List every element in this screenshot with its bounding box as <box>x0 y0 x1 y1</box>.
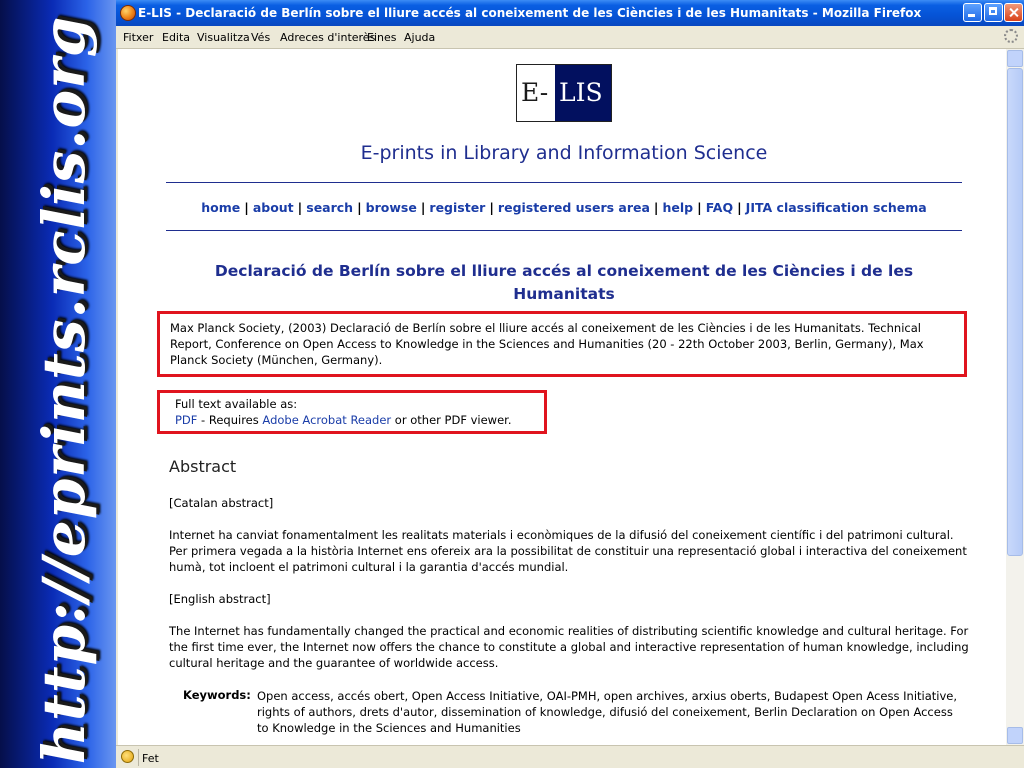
acrobat-reader-link[interactable]: Adobe Acrobat Reader <box>262 413 391 427</box>
document-title: Declaració de Berlín sobre el lliure acc… <box>214 262 914 303</box>
nav-search[interactable]: search <box>306 200 353 215</box>
scroll-up-arrow[interactable] <box>1007 50 1023 67</box>
english-abstract-text: The Internet has fundamentally changed t… <box>169 624 969 670</box>
keywords-text: Open access, accés obert, Open Access In… <box>257 689 958 735</box>
fulltext-box: Full text available as: PDF - Requires A… <box>157 390 547 434</box>
side-banner: http://eprints.rclis.org <box>0 0 116 768</box>
scroll-down-arrow[interactable] <box>1007 727 1023 744</box>
elis-logo[interactable]: E- LIS <box>516 64 612 122</box>
nav-browse[interactable]: browse <box>366 200 417 215</box>
logo-text-right: LIS <box>559 78 603 107</box>
title-bar[interactable]: E-LIS - Declaració de Berlín sobre el ll… <box>116 0 1024 26</box>
nav-about[interactable]: about <box>253 200 294 215</box>
fulltext-label: Full text available as: <box>175 397 298 411</box>
menu-eines[interactable]: Eines <box>367 31 396 44</box>
menu-bar: Fitxer Edita Visualitza Vés Adreces d'in… <box>116 26 1024 49</box>
banner-url-text: http://eprints.rclis.org <box>30 15 98 765</box>
vertical-scrollbar[interactable] <box>1006 49 1024 745</box>
menu-edita[interactable]: Edita <box>162 31 190 44</box>
catalan-abstract-text: Internet ha canviat fonamentalment les r… <box>169 528 967 574</box>
menu-ajuda[interactable]: Ajuda <box>404 31 435 44</box>
nav-register[interactable]: register <box>429 200 485 215</box>
scroll-thumb[interactable] <box>1007 68 1023 556</box>
status-bar: Fet <box>116 745 1024 768</box>
divider-top <box>166 182 962 183</box>
logo-text-left: E- <box>521 78 549 107</box>
keywords-label: Keywords: <box>183 688 251 702</box>
nav-jita[interactable]: JITA classification schema <box>746 200 927 215</box>
pdf-link[interactable]: PDF <box>175 413 197 427</box>
catalan-abstract-label: [Catalan abstract] <box>169 496 274 510</box>
menu-fitxer[interactable]: Fitxer <box>123 31 153 44</box>
close-button[interactable] <box>1004 3 1023 22</box>
status-icon <box>121 750 134 763</box>
menu-visualitza[interactable]: Visualitza <box>197 31 250 44</box>
citation-box: Max Planck Society, (2003) Declaració de… <box>157 311 967 377</box>
page-content: E- LIS E-prints in Library and Informati… <box>118 49 1006 745</box>
window-title: E-LIS - Declaració de Berlín sobre el ll… <box>138 6 922 20</box>
nav-registered-users-area[interactable]: registered users area <box>498 200 650 215</box>
english-abstract-label: [English abstract] <box>169 592 271 606</box>
main-nav: home | about | search | browse | register | regist… <box>201 200 927 215</box>
abstract-heading: Abstract <box>169 457 237 476</box>
minimize-button[interactable] <box>963 3 982 22</box>
nav-home[interactable]: home <box>201 200 240 215</box>
menu-adreces[interactable]: Adreces d'interès <box>280 31 375 44</box>
nav-help[interactable]: help <box>663 200 694 215</box>
status-text: Fet <box>142 752 159 765</box>
browser-window: E-LIS - Declaració de Berlín sobre el ll… <box>116 0 1024 768</box>
divider-bottom <box>166 230 962 231</box>
menu-ves[interactable]: Vés <box>251 31 270 44</box>
firefox-icon <box>120 5 136 21</box>
throbber-icon <box>1004 29 1018 43</box>
nav-faq[interactable]: FAQ <box>706 200 733 215</box>
site-title: E-prints in Library and Information Scie… <box>360 142 768 164</box>
citation-text: Max Planck Society, (2003) Declaració de… <box>170 321 924 367</box>
maximize-button[interactable] <box>984 3 1003 22</box>
